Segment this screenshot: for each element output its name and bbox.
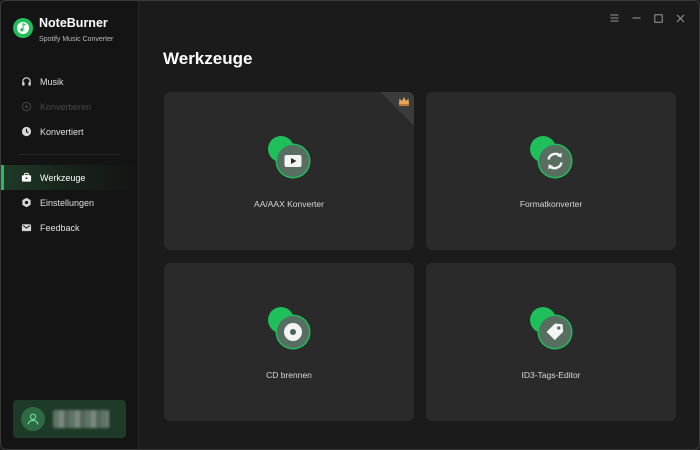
convert-icon — [20, 101, 32, 113]
tool-label: ID3-Tags-Editor — [521, 370, 581, 380]
tool-card-aa-aax-converter[interactable]: AA/AAX Konverter — [164, 92, 414, 250]
sidebar-item-label: Einstellungen — [40, 197, 95, 208]
app-name: NoteBurner — [39, 16, 108, 30]
menu-icon — [610, 14, 618, 22]
refresh-icon — [528, 134, 574, 180]
sidebar-item-konvertieren[interactable]: Konvertieren — [1, 94, 138, 119]
sidebar-item-musik[interactable]: Musik — [1, 69, 138, 94]
minimize-icon — [632, 17, 640, 19]
main-content: Werkzeuge AA/AAX Konverter Formatkonvert… — [139, 1, 699, 449]
minimize-button[interactable] — [625, 11, 647, 25]
sidebar-item-label: Konvertiert — [40, 126, 84, 137]
tool-label: CD brennen — [266, 370, 312, 380]
app-window: NoteBurner Spotify Music Converter Musik… — [0, 0, 700, 450]
tool-card-format-converter[interactable]: Formatkonverter — [426, 92, 676, 250]
headphones-icon — [20, 76, 32, 88]
brand: NoteBurner Spotify Music Converter — [13, 15, 113, 46]
close-icon — [676, 14, 684, 22]
crown-icon — [399, 97, 409, 106]
toolbox-icon — [20, 172, 32, 184]
noteburner-logo-icon — [13, 18, 33, 38]
clock-icon — [20, 126, 32, 138]
user-icon — [27, 413, 39, 425]
tool-label: Formatkonverter — [519, 199, 583, 209]
avatar — [21, 407, 45, 431]
sidebar-item-konvertiert[interactable]: Konvertiert — [1, 119, 138, 144]
user-account-card[interactable] — [13, 400, 126, 438]
nav-divider — [19, 154, 120, 155]
tool-card-cd-burner[interactable]: CD brennen — [164, 263, 414, 421]
maximize-button[interactable] — [647, 11, 669, 25]
mail-icon — [20, 222, 32, 234]
gear-icon — [20, 197, 32, 209]
sidebar-item-feedback[interactable]: Feedback — [1, 215, 138, 240]
play-video-icon — [266, 134, 312, 180]
app-subtitle: Spotify Music Converter — [39, 36, 114, 43]
blurred-username — [53, 410, 109, 428]
sidebar-item-werkzeuge[interactable]: Werkzeuge — [1, 165, 138, 190]
premium-ribbon — [380, 92, 414, 126]
tool-label: AA/AAX Konverter — [254, 199, 324, 209]
sidebar: NoteBurner Spotify Music Converter Musik… — [1, 1, 139, 449]
sidebar-item-einstellungen[interactable]: Einstellungen — [1, 190, 138, 215]
window-controls — [603, 11, 691, 25]
close-button[interactable] — [669, 11, 691, 25]
maximize-icon — [653, 13, 663, 23]
tag-icon — [528, 305, 574, 351]
disc-icon — [266, 305, 312, 351]
sidebar-item-label: Werkzeuge — [40, 172, 86, 183]
sidebar-item-label: Konvertieren — [40, 101, 92, 112]
tool-card-id3-tag-editor[interactable]: ID3-Tags-Editor — [426, 263, 676, 421]
sidebar-item-label: Feedback — [40, 222, 80, 233]
sidebar-item-label: Musik — [40, 76, 64, 87]
menu-button[interactable] — [603, 11, 625, 25]
page-title: Werkzeuge — [163, 49, 253, 68]
sidebar-nav: Musik Konvertieren Konvertiert Werkzeuge… — [1, 69, 138, 240]
